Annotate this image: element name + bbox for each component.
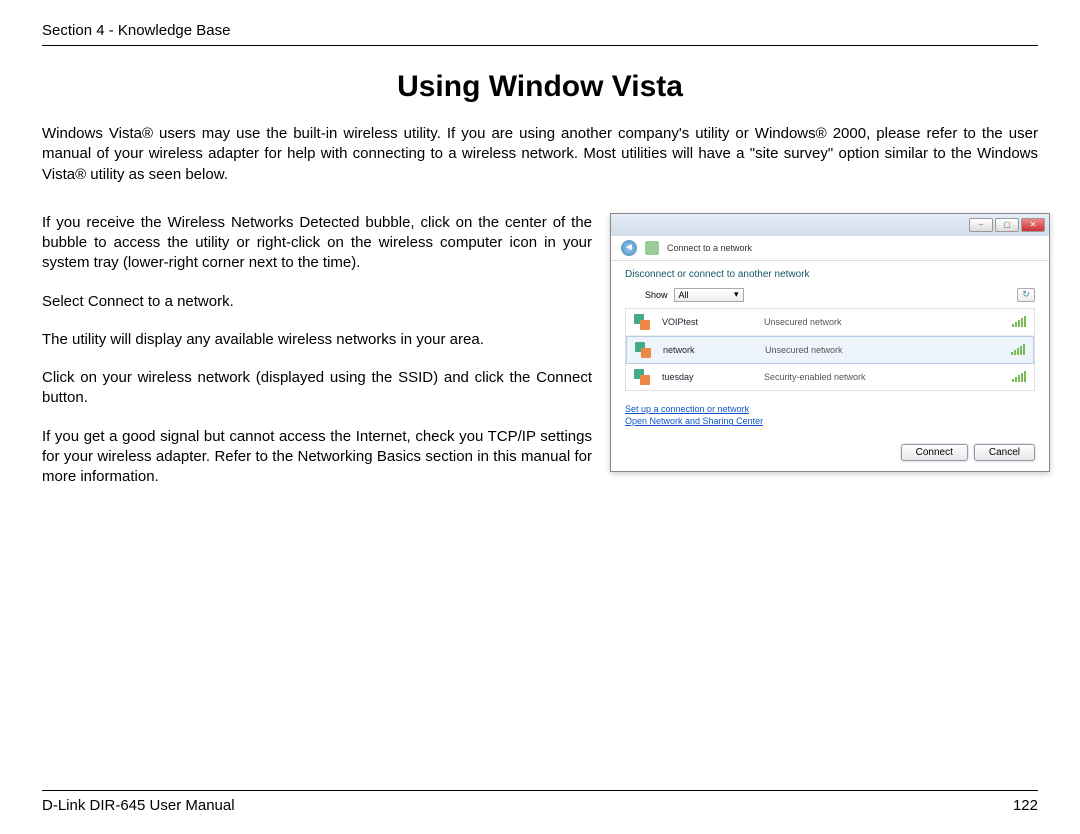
connect-button[interactable]: Connect xyxy=(901,444,968,461)
setup-connection-link[interactable]: Set up a connection or network xyxy=(625,403,1035,416)
network-name: VOIPtest xyxy=(662,317,752,327)
network-security: Unsecured network xyxy=(765,345,999,355)
window-button-row: Connect Cancel xyxy=(625,444,1035,461)
minimize-button[interactable]: – xyxy=(969,218,993,232)
step-4: Click on your wireless network (displaye… xyxy=(42,368,592,409)
intro-paragraph: Windows Vista® users may use the built-i… xyxy=(42,124,1038,185)
network-row-0[interactable]: VOIPtest Unsecured network xyxy=(626,309,1034,336)
step-5: If you get a good signal but cannot acce… xyxy=(42,427,592,488)
step-1: If you receive the Wireless Networks Det… xyxy=(42,213,592,274)
refresh-button[interactable]: ↻ xyxy=(1017,288,1035,302)
network-name: tuesday xyxy=(662,372,752,382)
window-links: Set up a connection or network Open Netw… xyxy=(625,403,1035,428)
page-footer: D-Link DIR-645 User Manual 122 xyxy=(42,790,1038,814)
vista-connect-window: – ▢ ✕ ◄ Connect to a network Disconnect … xyxy=(610,213,1050,472)
footer-left: D-Link DIR-645 User Manual xyxy=(42,797,235,814)
window-body: Disconnect or connect to another network… xyxy=(611,261,1049,471)
step-2: Select Connect to a network. xyxy=(42,292,592,312)
network-security: Security-enabled network xyxy=(764,372,1000,382)
instructions-column: If you receive the Wireless Networks Det… xyxy=(42,213,592,506)
window-titlebar: – ▢ ✕ xyxy=(611,214,1049,236)
show-dropdown[interactable]: All ▾ xyxy=(674,288,744,302)
screenshot-column: – ▢ ✕ ◄ Connect to a network Disconnect … xyxy=(610,213,1050,506)
network-list: VOIPtest Unsecured network network Unsec… xyxy=(625,308,1035,391)
open-sharing-center-link[interactable]: Open Network and Sharing Center xyxy=(625,415,1035,428)
page-header: Section 4 - Knowledge Base xyxy=(42,22,1038,46)
content-row: If you receive the Wireless Networks Det… xyxy=(42,213,1038,506)
computers-icon xyxy=(634,314,650,330)
network-row-2[interactable]: tuesday Security-enabled network xyxy=(626,364,1034,390)
filter-row: Show All ▾ ↻ xyxy=(625,288,1035,302)
signal-icon xyxy=(1011,345,1025,355)
window-instruction: Disconnect or connect to another network xyxy=(625,269,1035,280)
cancel-button[interactable]: Cancel xyxy=(974,444,1035,461)
network-security: Unsecured network xyxy=(764,317,1000,327)
maximize-button[interactable]: ▢ xyxy=(995,218,1019,232)
close-button[interactable]: ✕ xyxy=(1021,218,1045,232)
signal-icon xyxy=(1012,317,1026,327)
breadcrumb-bar: ◄ Connect to a network xyxy=(611,236,1049,261)
footer-page-number: 122 xyxy=(1013,797,1038,814)
signal-icon xyxy=(1012,372,1026,382)
section-label: Section 4 - Knowledge Base xyxy=(42,22,230,39)
network-row-1[interactable]: network Unsecured network xyxy=(626,336,1034,364)
computers-icon xyxy=(634,369,650,385)
show-value: All xyxy=(679,290,689,300)
show-label: Show xyxy=(645,290,668,300)
computers-icon xyxy=(635,342,651,358)
chevron-down-icon: ▾ xyxy=(734,289,739,300)
network-name: network xyxy=(663,345,753,355)
breadcrumb-text: Connect to a network xyxy=(667,243,752,253)
step-3: The utility will display any available w… xyxy=(42,330,592,350)
network-icon xyxy=(645,241,659,255)
page-title: Using Window Vista xyxy=(42,70,1038,104)
back-icon[interactable]: ◄ xyxy=(621,240,637,256)
